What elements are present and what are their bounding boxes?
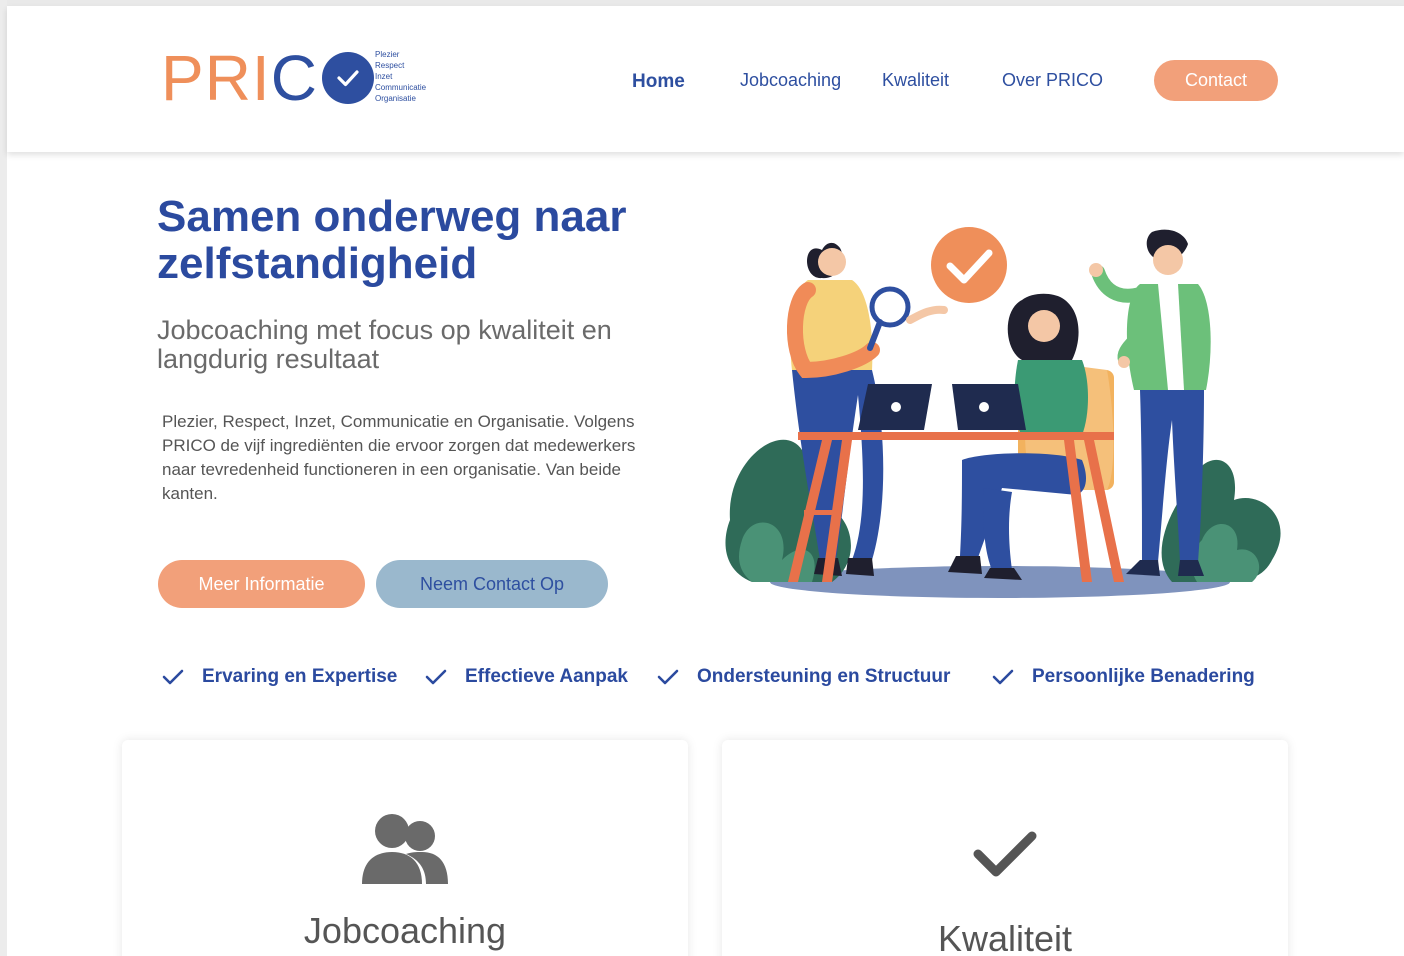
feature-item: Effectieve Aanpak bbox=[425, 660, 628, 694]
feature-label: Effectieve Aanpak bbox=[465, 666, 628, 687]
feature-item: Persoonlijke Benadering bbox=[992, 660, 1255, 694]
check-icon bbox=[162, 669, 184, 685]
feature-label: Persoonlijke Benadering bbox=[1032, 666, 1255, 687]
team-working-illustration bbox=[725, 227, 1281, 598]
contact-us-button[interactable]: Neem Contact Op bbox=[376, 560, 608, 608]
nav-item-kwaliteit[interactable]: Kwaliteit bbox=[882, 70, 949, 91]
nav-item-home[interactable]: Home bbox=[632, 71, 685, 93]
service-card-kwaliteit[interactable]: Kwaliteit bbox=[722, 740, 1288, 956]
hero-subtitle: Jobcoaching met focus op kwaliteit en la… bbox=[157, 315, 612, 374]
feature-label: Ervaring en Expertise bbox=[202, 666, 398, 687]
check-icon bbox=[657, 669, 679, 685]
feature-item: Ondersteuning en Structuur bbox=[657, 660, 950, 694]
check-icon bbox=[425, 669, 447, 685]
users-icon bbox=[122, 812, 688, 886]
browser-frame-left bbox=[0, 0, 7, 956]
site-header: PRIC Plezier Respect Inzet Communicatie … bbox=[7, 6, 1404, 152]
hero-body-text: Plezier, Respect, Inzet, Communicatie en… bbox=[162, 412, 636, 503]
nav-item-jobcoaching[interactable]: Jobcoaching bbox=[740, 70, 841, 91]
main-nav: Home Jobcoaching Kwaliteit Over PRICO Co… bbox=[7, 60, 1404, 104]
more-info-button[interactable]: Meer Informatie bbox=[158, 560, 365, 608]
check-icon bbox=[722, 830, 1288, 880]
service-card-jobcoaching[interactable]: Jobcoaching bbox=[122, 740, 688, 956]
check-icon bbox=[992, 669, 1014, 685]
nav-item-over-prico[interactable]: Over PRICO bbox=[1002, 70, 1103, 91]
hero-title: Samen onderweg naar zelfstandigheid bbox=[157, 192, 627, 288]
feature-label: Ondersteuning en Structuur bbox=[697, 666, 951, 687]
contact-button[interactable]: Contact bbox=[1154, 60, 1278, 101]
card-title: Kwaliteit bbox=[937, 918, 1073, 956]
card-title: Jobcoaching bbox=[303, 910, 507, 951]
logo-value: Plezier bbox=[375, 50, 400, 59]
feature-item: Ervaring en Expertise bbox=[162, 660, 397, 694]
features-row: Ervaring en Expertise Effectieve Aanpak … bbox=[0, 660, 1404, 694]
